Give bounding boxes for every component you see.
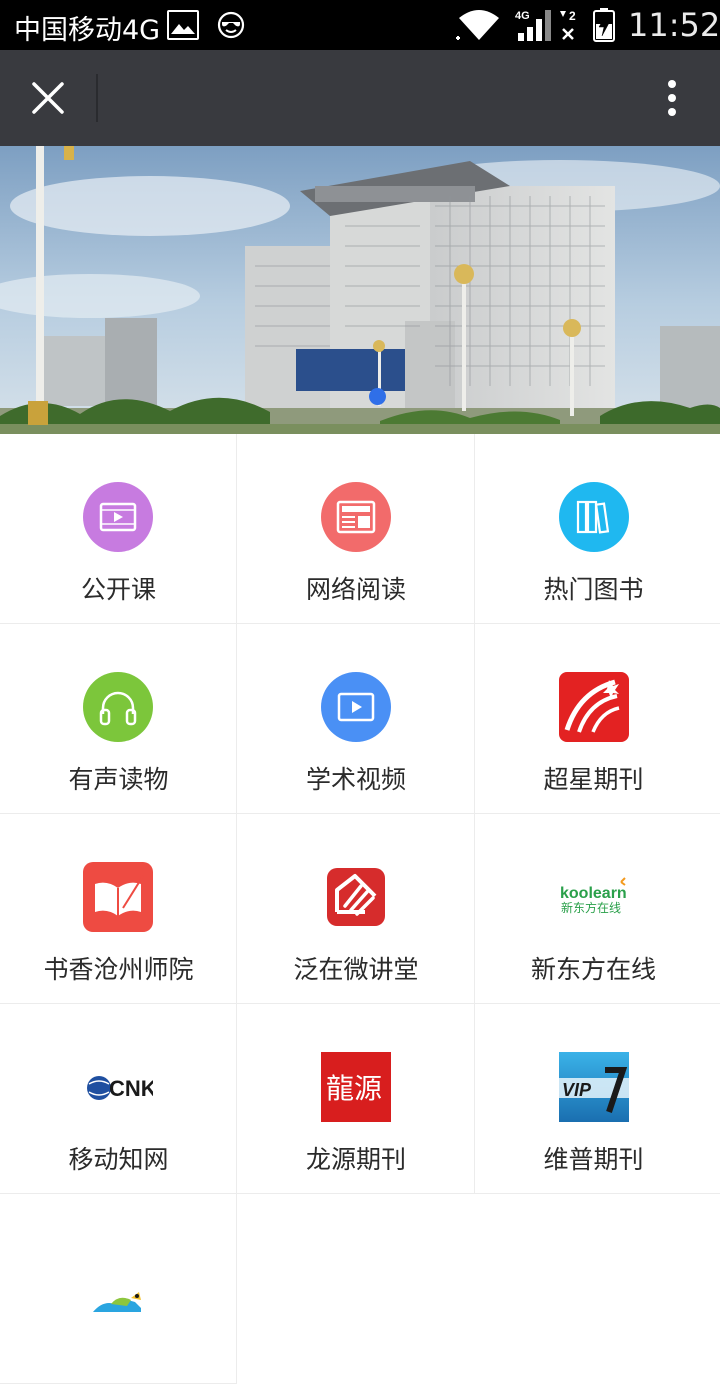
grid-item-koolearn[interactable]: koolearn 新东方在线 新东方在线 bbox=[475, 814, 720, 1004]
grid-item-academic-video[interactable]: 学术视频 bbox=[237, 624, 475, 814]
grid-item-label: 学术视频 bbox=[305, 765, 406, 794]
grid-item-label: 网络阅读 bbox=[305, 575, 406, 604]
grid-item-label: 有声读物 bbox=[68, 765, 169, 794]
longyuan-logo-icon: 龍源 bbox=[321, 1052, 391, 1122]
svg-text:4G: 4G bbox=[515, 10, 530, 22]
grid-item-label: 超星期刊 bbox=[543, 765, 644, 794]
grid-item-audio-books[interactable]: 有声读物 bbox=[0, 624, 237, 814]
image-notification-icon bbox=[167, 10, 199, 40]
grid-item-web-reading[interactable]: 网络阅读 bbox=[237, 434, 475, 624]
svg-text:CNKi: CNKi bbox=[109, 1076, 153, 1101]
grid-item-label: 龙源期刊 bbox=[305, 1145, 406, 1174]
grid-item-hot-books[interactable]: 热门图书 bbox=[475, 434, 720, 624]
banner-carousel[interactable] bbox=[0, 146, 720, 434]
status-bar: 中国移动4G 4G 2 11:52 bbox=[0, 0, 720, 50]
carousel-indicator-dot[interactable] bbox=[369, 388, 386, 405]
grid-item-chaoxing-journals[interactable]: 超星期刊 bbox=[475, 624, 720, 814]
open-book-logo-icon bbox=[83, 862, 153, 932]
grid-item-shuxiang-cangzhou[interactable]: 书香沧州师院 bbox=[0, 814, 237, 1004]
grid-item-fanzai-lecture[interactable]: 泛在微讲堂 bbox=[237, 814, 475, 1004]
headphones-icon bbox=[83, 672, 153, 742]
carrier-label: 中国移动4G bbox=[14, 15, 161, 46]
battery-charging-icon bbox=[593, 8, 615, 42]
cnki-logo-icon: CNKi bbox=[83, 1052, 163, 1122]
sunglasses-face-icon bbox=[217, 11, 245, 39]
chaoxing-logo-icon bbox=[559, 672, 629, 742]
clock: 11:52 bbox=[628, 6, 720, 44]
grid-item-label: 书香沧州师院 bbox=[43, 955, 194, 984]
film-icon bbox=[83, 482, 153, 552]
vip-logo-icon: VIP bbox=[559, 1052, 629, 1122]
svg-text:新东方在线: 新东方在线 bbox=[561, 900, 621, 915]
close-button[interactable] bbox=[20, 70, 76, 126]
grid-item-label: 公开课 bbox=[80, 575, 156, 604]
cellular-signal-icon: 4G bbox=[515, 10, 551, 41]
grid-item-label: 维普期刊 bbox=[543, 1145, 644, 1174]
close-icon bbox=[32, 82, 64, 114]
hand-logo-icon bbox=[321, 862, 391, 932]
svg-text:龍源: 龍源 bbox=[326, 1072, 382, 1105]
more-options-button[interactable] bbox=[650, 70, 694, 126]
grid-item-label: 新东方在线 bbox=[530, 955, 656, 984]
more-vertical-icon bbox=[668, 80, 676, 88]
books-icon bbox=[559, 482, 629, 552]
title-bar bbox=[0, 50, 720, 146]
grid-item-vip-journals[interactable]: VIP 维普期刊 bbox=[475, 1004, 720, 1194]
grid-item-label: 泛在微讲堂 bbox=[293, 955, 419, 984]
sim2-no-signal-icon: 2 bbox=[560, 9, 576, 40]
grid-item-label: 移动知网 bbox=[68, 1145, 169, 1174]
newspaper-icon bbox=[321, 482, 391, 552]
grid-item-label: 热门图书 bbox=[543, 575, 644, 604]
grid-item-longyuan-journals[interactable]: 龍源 龙源期刊 bbox=[237, 1004, 475, 1194]
campus-building-image bbox=[0, 146, 720, 434]
wifi-icon bbox=[456, 10, 499, 40]
svg-text:koolearn: koolearn bbox=[560, 885, 627, 902]
grid-item-open-course[interactable]: 公开课 bbox=[0, 434, 237, 624]
grid-item-mobile-cnki[interactable]: CNKi 移动知网 bbox=[0, 1004, 237, 1194]
svg-text:2: 2 bbox=[569, 9, 576, 23]
colorful-logo-icon bbox=[83, 1242, 153, 1312]
header-divider bbox=[96, 74, 98, 122]
svg-text:VIP: VIP bbox=[562, 1080, 592, 1100]
koolearn-logo-icon: koolearn 新东方在线 bbox=[559, 862, 629, 932]
grid-item-partial[interactable] bbox=[0, 1194, 237, 1384]
video-play-icon bbox=[321, 672, 391, 742]
